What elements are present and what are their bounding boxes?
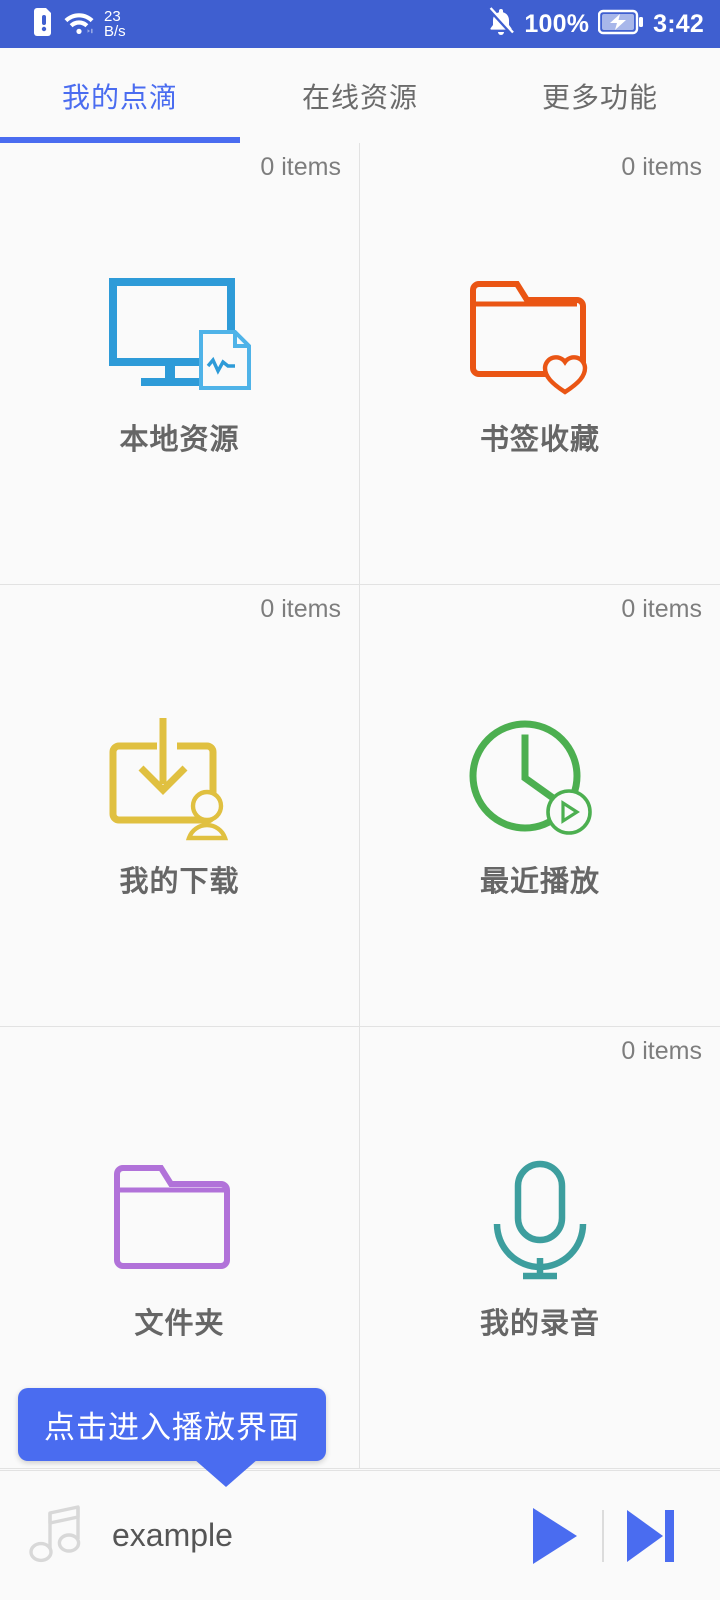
download-person-icon <box>100 711 260 846</box>
grid-cell-my-downloads[interactable]: 0 items 我的下载 <box>0 585 360 1027</box>
player-controls <box>512 1493 694 1579</box>
track-title: example <box>112 1517 233 1553</box>
cell-label: 我的录音 <box>479 1308 600 1340</box>
folder-heart-icon <box>460 269 620 404</box>
bell-mute-icon <box>487 6 515 42</box>
play-button[interactable] <box>512 1493 598 1579</box>
folder-icon <box>100 1153 260 1288</box>
tab-label: 我的点滴 <box>61 81 178 113</box>
playback-hint-tooltip[interactable]: 点击进入播放界面 <box>18 1388 326 1487</box>
status-bar-clock: 3:42 <box>653 9 704 38</box>
status-bar-left: 23 B/s <box>34 7 126 41</box>
tab-label: 在线资源 <box>301 81 418 113</box>
wifi-icon <box>63 9 95 40</box>
network-speed-unit: B/s <box>104 23 126 40</box>
network-speed: 23 B/s <box>104 9 126 39</box>
microphone-icon <box>460 1153 620 1288</box>
tab-more-features[interactable]: 更多功能 <box>480 48 720 143</box>
grid-cell-local-resources[interactable]: 0 items 本地资源 <box>0 143 360 585</box>
tab-online-resources[interactable]: 在线资源 <box>240 48 480 143</box>
sim-alert-icon <box>34 7 54 41</box>
cell-label: 我的下载 <box>119 866 240 898</box>
item-count: 0 items <box>260 153 341 181</box>
battery-charging-icon <box>597 9 644 40</box>
cell-label: 文件夹 <box>134 1308 225 1340</box>
tab-my-moments[interactable]: 我的点滴 <box>0 48 240 143</box>
cell-label: 最近播放 <box>479 866 600 898</box>
item-count: 0 items <box>621 153 702 181</box>
grid-cell-my-recordings[interactable]: 0 items 我的录音 <box>360 1027 720 1469</box>
mini-player-bar[interactable]: example <box>0 1470 720 1600</box>
control-divider <box>602 1509 604 1562</box>
tooltip-tail-icon <box>194 1459 258 1487</box>
cell-label: 本地资源 <box>119 424 240 456</box>
play-icon <box>533 1507 577 1564</box>
grid-cell-bookmarks[interactable]: 0 items 书签收藏 <box>360 143 720 585</box>
cell-label: 书签收藏 <box>479 424 600 456</box>
item-count: 0 items <box>621 595 702 623</box>
status-bar: 23 B/s 100% 3:42 <box>0 0 720 48</box>
tab-bar: 我的点滴 在线资源 更多功能 <box>0 48 720 143</box>
app-root: 23 B/s 100% 3:42 我的点滴 在线资源 更多功能 0 items … <box>0 0 720 1600</box>
network-speed-value: 23 <box>104 8 121 25</box>
status-bar-right: 100% 3:42 <box>487 6 704 42</box>
tooltip-text: 点击进入播放界面 <box>44 1410 300 1445</box>
next-track-icon <box>627 1509 674 1562</box>
grid-cell-recently-played[interactable]: 0 items 最近播放 <box>360 585 720 1027</box>
tab-label: 更多功能 <box>541 81 658 113</box>
category-grid: 0 items 本地资源 0 items 书签收藏 0 items 我的下载 0… <box>0 143 720 1470</box>
next-track-button[interactable] <box>608 1493 694 1579</box>
music-note-icon <box>26 1504 88 1567</box>
battery-percent: 100% <box>524 9 590 38</box>
item-count: 0 items <box>621 1037 702 1065</box>
monitor-document-icon <box>100 269 260 404</box>
clock-play-icon <box>460 711 620 846</box>
item-count: 0 items <box>260 595 341 623</box>
